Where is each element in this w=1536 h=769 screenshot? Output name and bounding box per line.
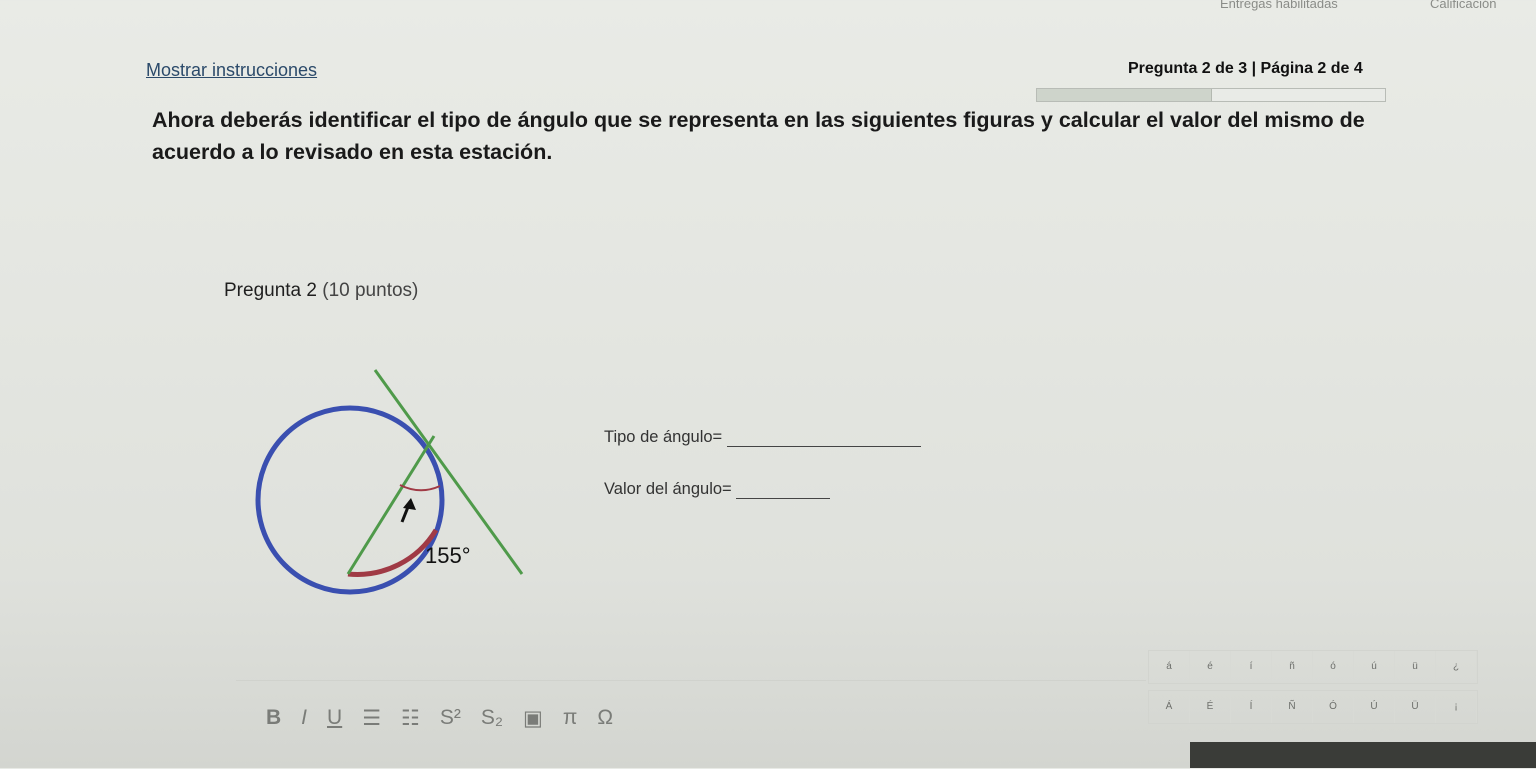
special-char-button[interactable]: Ó	[1313, 691, 1354, 723]
angle-value-label: 155°	[425, 543, 471, 568]
angle-mark	[399, 484, 441, 492]
angle-figure: 155°	[255, 369, 524, 595]
special-char-button[interactable]: ó	[1313, 651, 1354, 683]
special-char-button[interactable]: í	[1231, 651, 1272, 683]
top-header: Entregas habilitadas Calificación	[1200, 0, 1536, 14]
special-char-button[interactable]: ¿	[1436, 651, 1477, 683]
special-char-button[interactable]: é	[1190, 651, 1231, 683]
calificacion-link[interactable]: Calificación	[1430, 0, 1496, 11]
angle-value-field: Valor del ángulo=	[604, 480, 831, 499]
underline-button[interactable]: U	[327, 706, 342, 731]
special-chars-lowercase: á é í ñ ó ú ü ¿	[1148, 650, 1478, 684]
progress-fill	[1037, 89, 1212, 101]
special-char-button[interactable]: Ü	[1395, 691, 1436, 723]
special-char-button[interactable]: ñ	[1272, 651, 1313, 683]
angle-type-blank[interactable]	[726, 430, 921, 447]
italic-button[interactable]: I	[301, 706, 307, 731]
secant-line	[346, 435, 436, 575]
angle-type-field: Tipo de ángulo=	[604, 428, 921, 447]
special-char-button[interactable]: É	[1190, 691, 1231, 723]
image-icon[interactable]: ▣	[523, 706, 543, 731]
special-char-button[interactable]: á	[1149, 651, 1190, 683]
question-title: Pregunta 2 (10 puntos)	[224, 280, 418, 302]
special-chars-uppercase: Á É Í Ñ Ó Ú Ü ¡	[1148, 690, 1478, 724]
angle-value-text: Valor del ángulo=	[604, 480, 732, 498]
arrow-head-icon	[403, 498, 416, 510]
omega-button[interactable]: Ω	[597, 706, 613, 731]
bullet-list-icon[interactable]: ☷	[401, 706, 420, 731]
special-char-button[interactable]: Í	[1231, 691, 1272, 723]
special-char-button[interactable]: Ú	[1354, 691, 1395, 723]
ordered-list-icon[interactable]: ☰	[362, 706, 381, 731]
editor-toolbar: B I U ☰ ☷ S² S₂ ▣ π Ω	[266, 706, 633, 731]
figure-circle	[255, 405, 445, 595]
bold-button[interactable]: B	[266, 706, 281, 731]
angle-value-blank[interactable]	[736, 482, 831, 499]
taskbar-strip	[1190, 742, 1536, 768]
special-char-button[interactable]: ú	[1354, 651, 1395, 683]
progress-bar	[1036, 88, 1386, 102]
subscript-button[interactable]: S₂	[481, 706, 503, 731]
page-info: Pregunta 2 de 3 | Página 2 de 4	[1128, 60, 1363, 77]
instructions-text: Ahora deberás identificar el tipo de áng…	[152, 108, 1365, 164]
pi-button[interactable]: π	[563, 706, 578, 731]
special-characters-panel: á é í ñ ó ú ü ¿ Á É Í Ñ Ó Ú Ü ¡	[1148, 650, 1478, 730]
show-instructions-link[interactable]: Mostrar instrucciones	[146, 60, 317, 81]
angle-type-label: Tipo de ángulo=	[604, 428, 723, 446]
question-points: (10 puntos)	[322, 280, 419, 301]
entregas-link[interactable]: Entregas habilitadas	[1220, 0, 1338, 11]
special-char-button[interactable]: Á	[1149, 691, 1190, 723]
special-char-button[interactable]: Ñ	[1272, 691, 1313, 723]
superscript-button[interactable]: S²	[440, 706, 461, 731]
question-title-text: Pregunta 2	[224, 280, 317, 301]
special-char-button[interactable]: ü	[1395, 651, 1436, 683]
special-char-button[interactable]: ¡	[1436, 691, 1477, 723]
